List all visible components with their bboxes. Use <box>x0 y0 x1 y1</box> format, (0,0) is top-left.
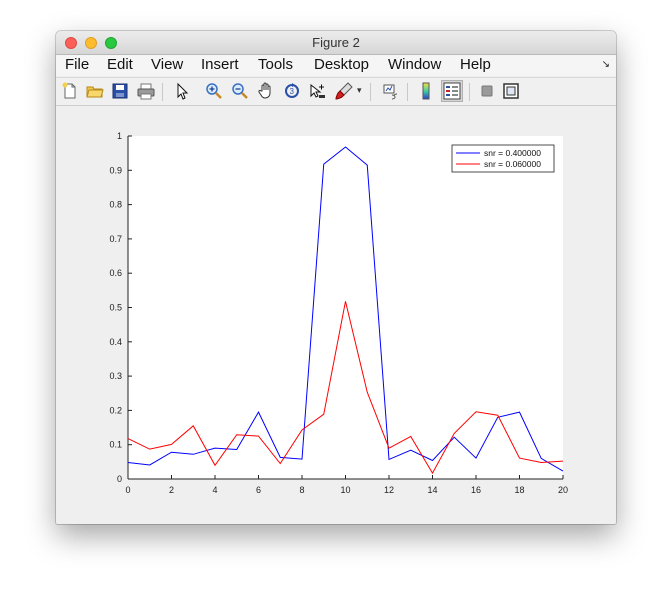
y-tick-label: 1 <box>117 131 122 141</box>
zoom-in-icon[interactable] <box>204 81 224 101</box>
brush-icon[interactable] <box>334 81 354 101</box>
zoom-out-icon[interactable] <box>230 81 250 101</box>
y-tick-label: 0.6 <box>109 268 122 278</box>
x-tick-label: 14 <box>427 485 437 495</box>
legend-icon[interactable] <box>441 80 463 102</box>
plot-area[interactable]: 0 2 4 6 8 10 12 14 16 18 20 0 0.1 0.2 0.3 0.4 0.5 0.6 0.7 0… <box>56 106 616 524</box>
legend: snr = 0.400000snr = 0.060000 <box>451 144 555 173</box>
menu-tools[interactable]: Tools <box>258 56 293 73</box>
x-tick-label: 20 <box>558 485 568 495</box>
menu-help[interactable]: Help <box>460 56 491 73</box>
new-figure-icon[interactable] <box>60 81 80 101</box>
menu-insert[interactable]: Insert <box>201 56 239 73</box>
x-tick-label: 10 <box>340 485 350 495</box>
figure-canvas: 0 2 4 6 8 10 12 14 16 18 20 0 0.1 0.2 0.3 0.4 0.5 0.6 0.7 0… <box>56 106 616 524</box>
menu-desktop[interactable]: Desktop <box>314 56 369 73</box>
hide-plot-tools-icon[interactable] <box>477 81 497 101</box>
y-tick-label: 0.3 <box>109 371 122 381</box>
save-icon[interactable] <box>110 81 130 101</box>
menu-view[interactable]: View <box>151 56 183 73</box>
menu-edit[interactable]: Edit <box>107 56 133 73</box>
show-plot-tools-icon[interactable] <box>501 81 521 101</box>
y-tick-label: 0.8 <box>109 200 122 210</box>
legend-label-2: snr = 0.060000 <box>484 159 541 169</box>
y-tick-label: 0.1 <box>109 440 122 450</box>
x-tick-label: 6 <box>256 485 261 495</box>
y-tick-label: 0.2 <box>109 405 122 415</box>
x-tick-label: 12 <box>384 485 394 495</box>
figure-toolbar: 3 ▾ <box>56 77 616 106</box>
y-tick-label: 0 <box>117 474 122 484</box>
figure-window: Figure 2 File Edit View Insert Tools Des… <box>56 31 616 524</box>
axes-background[interactable] <box>128 136 563 479</box>
toolbar-separator <box>370 83 371 101</box>
pan-hand-icon[interactable] <box>256 81 276 101</box>
menu-bar: File Edit View Insert Tools Desktop Wind… <box>56 55 616 76</box>
toolbar-separator <box>162 83 163 101</box>
x-tick-label: 0 <box>125 485 130 495</box>
y-tick-label: 0.9 <box>109 165 122 175</box>
y-tick-label: 0.7 <box>109 234 122 244</box>
menu-window[interactable]: Window <box>388 56 441 73</box>
window-title: Figure 2 <box>312 35 360 50</box>
x-tick-label: 16 <box>471 485 481 495</box>
svg-text:3: 3 <box>290 87 295 96</box>
legend-label-1: snr = 0.400000 <box>484 148 541 158</box>
toolbar-separator <box>407 83 408 101</box>
open-file-icon[interactable] <box>85 81 105 101</box>
x-tick-label: 18 <box>514 485 524 495</box>
menu-file[interactable]: File <box>65 56 89 73</box>
rotate-3d-icon[interactable]: 3 <box>282 81 302 101</box>
link-plot-icon[interactable] <box>381 81 401 101</box>
dock-arrow-icon[interactable]: ↘ <box>602 59 610 70</box>
x-tick-label: 2 <box>169 485 174 495</box>
pointer-icon[interactable] <box>172 81 192 101</box>
y-tick-label: 0.4 <box>109 337 122 347</box>
x-tick-label: 8 <box>299 485 304 495</box>
y-tick-label: 0.5 <box>109 303 122 313</box>
toolbar-separator <box>469 83 470 101</box>
title-bar[interactable]: Figure 2 <box>56 31 616 55</box>
brush-dropdown-icon[interactable]: ▾ <box>357 85 362 96</box>
x-tick-label: 4 <box>212 485 217 495</box>
colorbar-icon[interactable] <box>416 81 436 101</box>
print-icon[interactable] <box>136 81 156 101</box>
data-cursor-icon[interactable] <box>307 81 327 101</box>
